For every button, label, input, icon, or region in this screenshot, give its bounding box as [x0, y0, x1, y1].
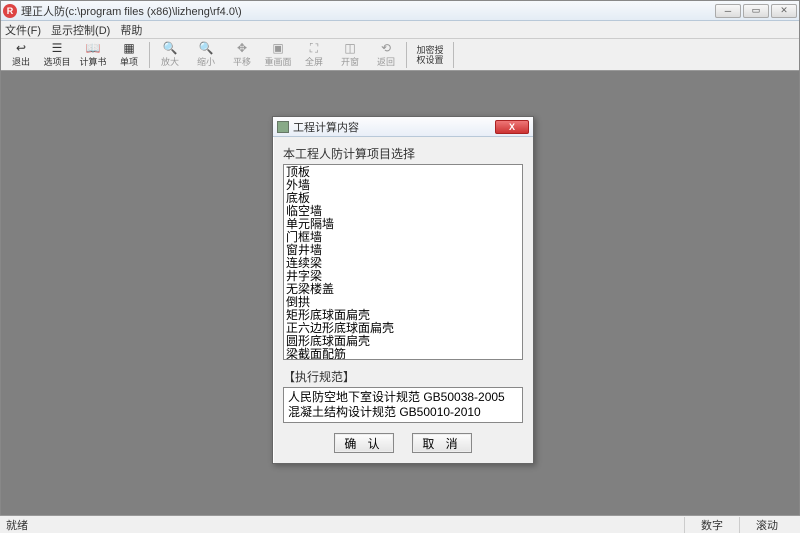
- tb-exit[interactable]: ↩退出: [3, 40, 39, 70]
- spec-label: 【执行规范】: [283, 368, 523, 385]
- window-title: 理正人防(c:\program files (x86)\lizheng\rf4.…: [21, 3, 715, 19]
- full-icon: ⛶: [306, 41, 322, 55]
- toolbar-separator: [453, 42, 454, 68]
- tb-zoomout[interactable]: 🔍缩小: [188, 40, 224, 70]
- main-titlebar: R 理正人防(c:\program files (x86)\lizheng\rf…: [1, 1, 799, 21]
- maximize-button[interactable]: ▭: [743, 4, 769, 18]
- status-scroll: 滚动: [739, 517, 794, 533]
- close-button[interactable]: ✕: [771, 4, 797, 18]
- ok-button[interactable]: 确 认: [334, 433, 394, 453]
- menu-help[interactable]: 帮助: [120, 22, 142, 38]
- zoomin-icon: 🔍: [162, 41, 178, 55]
- spec-item[interactable]: 人民防空地下室设计规范 GB50038-2005: [288, 390, 518, 405]
- single-icon: ▦: [121, 41, 137, 55]
- tb-catalog[interactable]: 📖计算书: [75, 40, 111, 70]
- dialog-close-button[interactable]: X: [495, 120, 529, 134]
- select-icon: ☰: [49, 41, 65, 55]
- dialog-label: 本工程人防计算项目选择: [283, 145, 523, 162]
- list-item[interactable]: 无梁楼盖: [286, 283, 520, 296]
- menubar: 文件(F) 显示控制(D) 帮助: [1, 21, 799, 39]
- spec-item[interactable]: 混凝土结构设计规范 GB50010-2010: [288, 405, 518, 420]
- zoomout-icon: 🔍: [198, 41, 214, 55]
- tb-single[interactable]: ▦单项: [111, 40, 147, 70]
- tb-zoomin[interactable]: 🔍放大: [152, 40, 188, 70]
- tb-pan[interactable]: ✥平移: [224, 40, 260, 70]
- tb-license[interactable]: 加密授 权设置: [409, 40, 451, 70]
- dialog-icon: [277, 121, 289, 133]
- list-item[interactable]: 梁截面配筋: [286, 348, 520, 360]
- window-icon: ◫: [342, 41, 358, 55]
- toolbar-separator: [149, 42, 150, 68]
- tb-select[interactable]: ☰选项目: [39, 40, 75, 70]
- catalog-icon: 📖: [85, 41, 101, 55]
- minimize-button[interactable]: ─: [715, 4, 741, 18]
- options-listbox[interactable]: 顶板外墙底板临空墙单元隔墙门框墙窗井墙连续梁井字梁无梁楼盖倒拱矩形底球面扁壳正六…: [283, 164, 523, 360]
- dialog-project-calc: 工程计算内容 X 本工程人防计算项目选择 顶板外墙底板临空墙单元隔墙门框墙窗井墙…: [272, 116, 534, 464]
- exit-icon: ↩: [13, 41, 29, 55]
- dialog-titlebar: 工程计算内容 X: [273, 117, 533, 137]
- pan-icon: ✥: [234, 41, 250, 55]
- status-ready: 就绪: [6, 517, 28, 533]
- tb-redraw[interactable]: ▣重画面: [260, 40, 296, 70]
- status-num: 数字: [684, 517, 739, 533]
- app-icon: R: [3, 4, 17, 18]
- dialog-body: 本工程人防计算项目选择 顶板外墙底板临空墙单元隔墙门框墙窗井墙连续梁井字梁无梁楼…: [273, 137, 533, 463]
- list-item[interactable]: 外墙: [286, 179, 520, 192]
- tb-win[interactable]: ◫开窗: [332, 40, 368, 70]
- statusbar: 就绪 数字 滚动: [0, 515, 800, 533]
- workarea: 工程计算内容 X 本工程人防计算项目选择 顶板外墙底板临空墙单元隔墙门框墙窗井墙…: [1, 71, 799, 516]
- return-icon: ⟲: [378, 41, 394, 55]
- menu-view[interactable]: 显示控制(D): [51, 22, 110, 38]
- toolbar: ↩退出 ☰选项目 📖计算书 ▦单项 🔍放大 🔍缩小 ✥平移 ▣重画面 ⛶全屏 ◫…: [1, 39, 799, 71]
- cancel-button[interactable]: 取 消: [412, 433, 472, 453]
- tb-full[interactable]: ⛶全屏: [296, 40, 332, 70]
- toolbar-separator: [406, 42, 407, 68]
- tb-return[interactable]: ⟲返回: [368, 40, 404, 70]
- spec-listbox[interactable]: 人民防空地下室设计规范 GB50038-2005混凝土结构设计规范 GB5001…: [283, 387, 523, 423]
- list-item[interactable]: 顶板: [286, 166, 520, 179]
- redraw-icon: ▣: [270, 41, 286, 55]
- menu-file[interactable]: 文件(F): [5, 22, 41, 38]
- dialog-title: 工程计算内容: [293, 119, 495, 135]
